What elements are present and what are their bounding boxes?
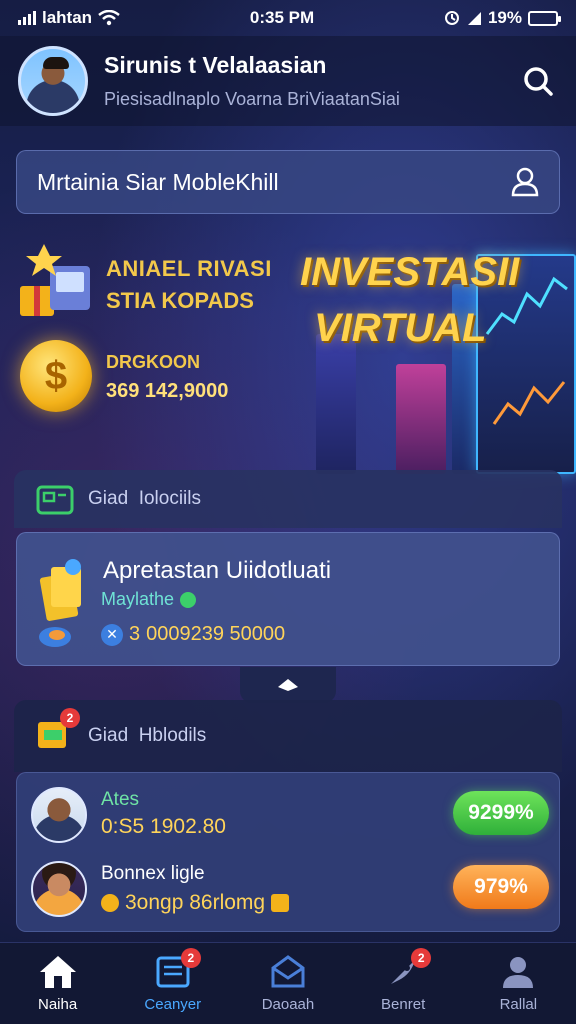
row-amount: 3ongp 86rlomg [101, 891, 290, 915]
signal-icon [18, 11, 36, 25]
wifi-icon [98, 10, 120, 26]
nav-label-home: Naiha [37, 996, 78, 1013]
list-item[interactable]: Bonnex ligle 3ongp 86rlomg 979% [17, 855, 559, 927]
hero-big-title-2: VIRTUAL [314, 306, 487, 350]
avatar [31, 787, 87, 843]
card-subtitle-text: Maylathe [101, 589, 175, 609]
row-amount-text: 3ongp 86rlomg [125, 891, 266, 914]
carrier-label: lahtan [42, 8, 93, 27]
card-value: ✕ 3 0009239 50000 [101, 623, 285, 646]
status-left: lahtan [18, 8, 120, 28]
investment-card[interactable]: Apretastan Uiidotluati Maylathe ✕ 3 0009… [16, 532, 560, 666]
document-stack-icon [39, 559, 81, 647]
row-name: Bonnex ligle [101, 863, 205, 884]
header-subtitle: Piesisadlnaplo Voarna BriViaatanSiai [104, 89, 400, 109]
section-header-2[interactable]: 2 Giad Hblodils [14, 700, 562, 772]
collapse-button[interactable] [240, 667, 336, 703]
nav-cards[interactable]: 2 Ceanyer [123, 948, 223, 1013]
nav-label-mail: Daoaah [261, 996, 315, 1013]
title-bar[interactable]: Mrtainia Siar MobleKhill [16, 150, 560, 214]
status-dot-icon [180, 591, 197, 608]
nav-badge: 2 [411, 948, 432, 968]
card-title: Apretastan Uiidotluati [103, 557, 332, 584]
nav-label-cards: Ceanyer [144, 996, 202, 1013]
profile-avatar[interactable] [18, 46, 88, 116]
card-subtitle: Maylathe [101, 589, 197, 610]
section-label-2: Giad Hblodils [88, 725, 207, 746]
gift-box-icon [20, 244, 90, 316]
hero-line-1: ANIAEL RIVASI [106, 256, 272, 281]
nav-home[interactable]: Naiha [8, 954, 108, 1013]
clock: 0:35 PM [249, 8, 315, 27]
person-icon [503, 957, 534, 988]
status-right: 19% [444, 8, 561, 28]
mail-icon [271, 955, 305, 988]
home-icon [39, 956, 76, 988]
status-bar: lahtan 0:35 PM 19% [0, 0, 576, 36]
card-value-prefix: 3 [129, 623, 141, 645]
nav-label-profile: Rallal [499, 996, 538, 1013]
link-icon: ✕ [101, 623, 123, 646]
section-label-1: Giad Iolociils [88, 488, 201, 509]
nav-badge: 2 [180, 948, 201, 968]
percent-badge[interactable]: 979% [453, 865, 549, 909]
header-text: Sirunis t Velalaasian Piesisadlnaplo Voa… [104, 52, 502, 110]
card-value-amount: 0009239 50000 [146, 623, 286, 645]
hero-banner: ANIAEL RIVASI STIA KOPADS INVESTASII VIR… [0, 214, 576, 474]
alarm-icon [444, 11, 459, 25]
bottom-nav: Naiha 2 Ceanyer Daoaah 2 Benret Rallal [0, 942, 576, 1024]
list-item[interactable]: Ates 0:S5 1902.80 9299% [17, 779, 559, 851]
notification-badge: 2 [60, 707, 80, 728]
user-icon[interactable] [511, 167, 539, 197]
chevron-up-icon [278, 679, 298, 691]
wallet-icon [36, 485, 74, 515]
coin-small-icon [101, 894, 119, 912]
battery-icon [528, 10, 561, 26]
cell-signal-icon [467, 12, 481, 25]
nav-rocket[interactable]: 2 Benret [353, 948, 453, 1013]
search-button[interactable] [518, 61, 558, 101]
search-icon [524, 67, 553, 96]
ranking-list: Ates 0:S5 1902.80 9299% Bonnex ligle 3on… [16, 772, 560, 932]
hero-big-title: INVESTASII VIRTUAL [300, 244, 519, 356]
hero-big-title-1: INVESTASII [300, 250, 520, 294]
app-screen: lahtan 0:35 PM 19% Sirunis t Velalaasian… [0, 0, 576, 1024]
app-header: Sirunis t Velalaasian Piesisadlnaplo Voa… [0, 36, 576, 126]
nav-profile[interactable]: Rallal [468, 954, 568, 1013]
dollar-coin-icon: $ [20, 340, 92, 412]
hero-line-2: STIA KOPADS [106, 288, 254, 313]
row-name: Ates [101, 789, 140, 810]
battery-percent: 19% [487, 8, 522, 27]
title-bar-text: Mrtainia Siar MobleKhill [37, 168, 279, 195]
percent-badge[interactable]: 9299% [453, 791, 549, 835]
header-title: Sirunis t Velalaasian [104, 52, 327, 78]
nav-label-rocket: Benret [381, 996, 426, 1013]
nav-mail[interactable]: Daoaah [238, 954, 338, 1013]
stock-chart-graphic-2 [492, 381, 566, 425]
coin-label: DRGKOON [106, 352, 200, 372]
coin-box-icon [271, 894, 290, 912]
avatar [31, 861, 87, 917]
coin-value: 369 142,9000 [106, 380, 229, 402]
notes-icon-wrap: 2 [36, 707, 80, 757]
section-header-1[interactable]: Giad Iolociils [14, 470, 562, 528]
row-amount: 0:S5 1902.80 [101, 815, 226, 838]
